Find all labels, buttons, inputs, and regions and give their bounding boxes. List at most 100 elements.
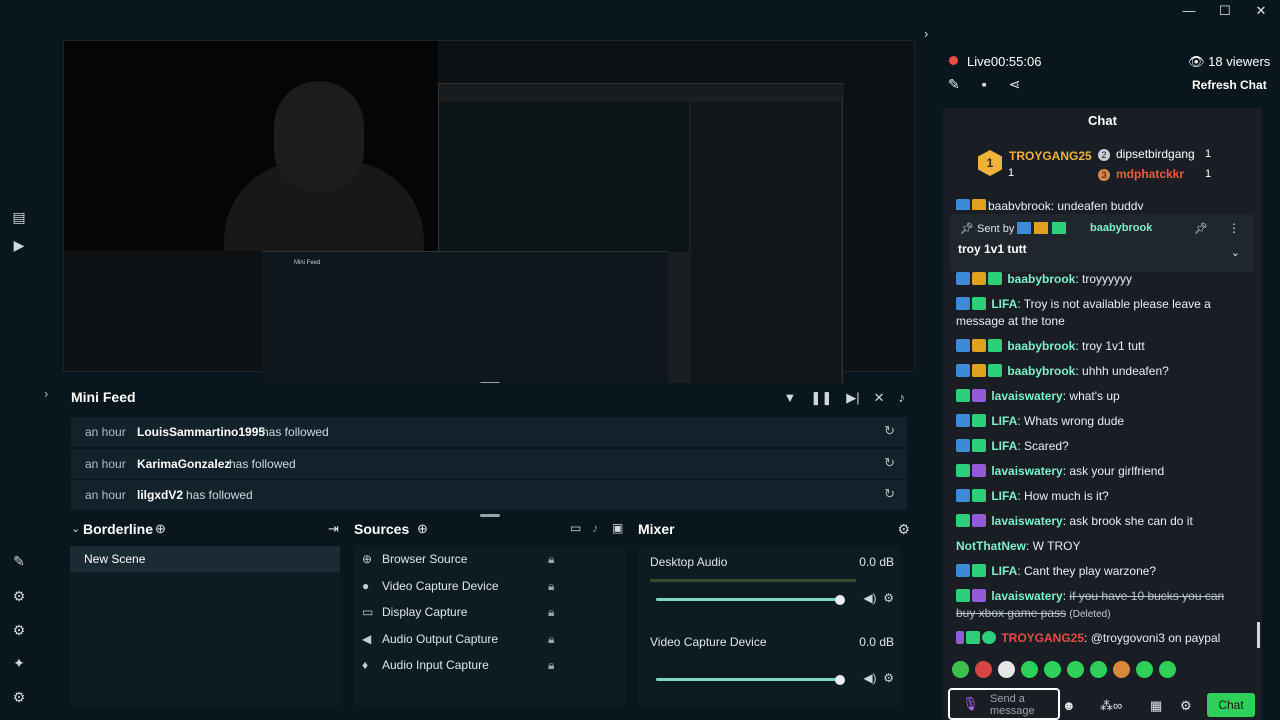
chat-user[interactable]: NotThatNew bbox=[956, 539, 1026, 553]
replay-icon[interactable]: ↻ bbox=[884, 455, 895, 471]
replay-icon[interactable]: ↻ bbox=[884, 486, 895, 502]
mic-icon: ♦ bbox=[362, 658, 369, 672]
mic-icon[interactable]: 🎙︎ bbox=[962, 696, 979, 712]
expand-icon[interactable]: › bbox=[44, 386, 48, 401]
chat-user[interactable]: LIFA bbox=[991, 297, 1017, 311]
leader-name[interactable]: TROYGANG25 bbox=[1009, 149, 1092, 163]
pause-icon[interactable]: ❚❚ bbox=[810, 390, 832, 406]
play-icon[interactable]: ▶ bbox=[10, 236, 28, 254]
lock-icon[interactable]: 🔒︎ bbox=[548, 552, 554, 567]
more-icon[interactable]: ⋮ bbox=[1228, 221, 1240, 235]
emote-icon[interactable] bbox=[1136, 661, 1153, 678]
chat-message: baabybrook: uhhh undeafen? bbox=[956, 363, 1246, 380]
emote-icon[interactable] bbox=[1159, 661, 1176, 678]
folder-icon[interactable]: ▭ bbox=[570, 521, 581, 535]
chat-input[interactable]: 🎙︎ Send a message bbox=[948, 688, 1060, 720]
collapse-scenes-icon[interactable]: ⌄ bbox=[71, 522, 80, 535]
filter-icon[interactable]: ▼ bbox=[784, 390, 797, 406]
unpin-icon[interactable]: 📌︎ bbox=[1194, 222, 1208, 235]
chat-user[interactable]: lavaiswatery bbox=[991, 464, 1062, 478]
emoji-icon[interactable]: ☻ bbox=[1062, 698, 1076, 713]
speaker-icon[interactable]: ◀) bbox=[863, 671, 876, 685]
source-item[interactable]: ♦ Audio Input Capture 🔒︎ bbox=[362, 658, 554, 672]
scene-item[interactable]: New Scene bbox=[70, 546, 340, 572]
chat-user[interactable]: baabybrook bbox=[1007, 339, 1075, 353]
emote-icon[interactable] bbox=[1021, 661, 1038, 678]
lock-icon[interactable]: 🔒︎ bbox=[548, 632, 554, 647]
store-icon[interactable]: ▦ bbox=[1150, 698, 1162, 714]
emote-icon[interactable] bbox=[998, 661, 1015, 678]
chat-user[interactable]: lavaiswatery bbox=[991, 589, 1062, 603]
feed-action: has followed bbox=[186, 488, 253, 502]
tools-icon[interactable]: ⚙ bbox=[10, 621, 28, 639]
scene-transition-icon[interactable]: ⇥ bbox=[328, 521, 339, 537]
gear-icon[interactable]: ⚙ bbox=[897, 521, 910, 538]
collapse-chat-icon[interactable]: › bbox=[924, 26, 928, 41]
volume-icon[interactable]: ♪ bbox=[899, 390, 906, 406]
gear-icon[interactable]: ⚙ bbox=[883, 591, 894, 605]
add-source-icon[interactable]: ⊕ bbox=[417, 521, 428, 537]
volume-slider[interactable] bbox=[656, 678, 840, 681]
chat-user[interactable]: LIFA bbox=[991, 564, 1017, 578]
close-icon[interactable]: ✕ bbox=[1254, 3, 1268, 19]
skip-icon[interactable]: ▶| bbox=[846, 390, 859, 406]
chevron-down-icon[interactable]: ⌄ bbox=[1231, 246, 1240, 259]
live-indicator bbox=[949, 56, 958, 65]
settings-icon[interactable]: ⚙ bbox=[10, 688, 28, 706]
lock-icon[interactable]: 🔒︎ bbox=[548, 658, 554, 673]
feed-user[interactable]: lilgxdV2 bbox=[137, 488, 183, 502]
chat-user[interactable]: lavaiswatery bbox=[991, 389, 1062, 403]
add-scene-icon[interactable]: ⊕ bbox=[155, 521, 166, 537]
speaker-icon[interactable]: ◀) bbox=[863, 591, 876, 605]
chat-user[interactable]: baabybrook bbox=[1007, 272, 1075, 286]
emote-icon[interactable] bbox=[952, 661, 969, 678]
dashboard-icon[interactable]: ▤ bbox=[10, 208, 28, 226]
audio-icon[interactable]: ♪ bbox=[592, 521, 598, 535]
replay-icon[interactable]: ↻ bbox=[884, 423, 895, 439]
lock-icon[interactable]: 🔒︎ bbox=[548, 579, 554, 594]
leader-name[interactable]: mdphatckkr bbox=[1116, 167, 1184, 181]
volume-slider[interactable] bbox=[656, 598, 840, 601]
volume-slider-knob[interactable] bbox=[835, 675, 845, 685]
chat-user[interactable]: lavaiswatery bbox=[991, 514, 1062, 528]
source-item[interactable]: ▭ Display Capture 🔒︎ bbox=[362, 605, 554, 619]
record-icon[interactable]: ▪ bbox=[982, 76, 987, 93]
streamlabs-app: — ☐ ✕ ▤ ▶ ✎ ⚙ ⚙ ✦ ⚙ Mini Feed › › Mini F… bbox=[0, 0, 1280, 720]
chat-user[interactable]: LIFA bbox=[991, 439, 1017, 453]
volume-slider-knob[interactable] bbox=[835, 595, 845, 605]
sparkle-icon[interactable]: ✦ bbox=[10, 654, 28, 672]
chat-scrollbar[interactable] bbox=[1257, 622, 1260, 648]
theme-icon[interactable]: ✎ bbox=[10, 552, 28, 570]
pinned-user[interactable]: baabybrook bbox=[1090, 222, 1152, 234]
emote-icon[interactable] bbox=[1067, 661, 1084, 678]
emote-icon[interactable] bbox=[1090, 661, 1107, 678]
emote-icon[interactable] bbox=[1113, 661, 1130, 678]
community-icon[interactable]: ⁂∞ bbox=[1100, 698, 1122, 714]
add-folder-icon[interactable]: ▣ bbox=[612, 521, 623, 535]
chat-user[interactable]: LIFA bbox=[991, 414, 1017, 428]
emote-icon[interactable] bbox=[1044, 661, 1061, 678]
maximize-icon[interactable]: ☐ bbox=[1218, 3, 1232, 19]
apps-icon[interactable]: ⚙ bbox=[10, 587, 28, 605]
leader-name[interactable]: dipsetbirdgang bbox=[1116, 147, 1195, 161]
pinned-message[interactable]: 📌︎ Sent by baabybrook troy 1v1 tutt 📌︎ ⋮… bbox=[950, 214, 1254, 272]
refresh-chat-button[interactable]: Refresh Chat bbox=[1192, 78, 1267, 92]
minimize-icon[interactable]: — bbox=[1182, 3, 1196, 19]
mute-alerts-icon[interactable]: ✕ bbox=[874, 390, 885, 406]
feed-user[interactable]: LouisSammartino1995 bbox=[137, 425, 265, 439]
feed-user[interactable]: KarimaGonzalez bbox=[137, 457, 230, 471]
emote-icon[interactable] bbox=[975, 661, 992, 678]
edit-stream-icon[interactable]: ✎ bbox=[948, 76, 960, 93]
chat-settings-icon[interactable]: ⚙ bbox=[1180, 698, 1192, 714]
chat-user[interactable]: LIFA bbox=[991, 489, 1017, 503]
send-chat-button[interactable]: Chat bbox=[1207, 693, 1255, 717]
scene-collection-title[interactable]: Borderline bbox=[83, 521, 153, 537]
gear-icon[interactable]: ⚙ bbox=[883, 671, 894, 685]
source-item[interactable]: ⊕ Browser Source 🔒︎ bbox=[362, 552, 554, 566]
chat-user[interactable]: baabybrook bbox=[1007, 364, 1075, 378]
share-icon[interactable]: ⋖ bbox=[1009, 76, 1021, 93]
source-item[interactable]: ◀ Audio Output Capture 🔒︎ bbox=[362, 632, 554, 646]
source-item[interactable]: ● Video Capture Device 🔒︎ bbox=[362, 579, 554, 593]
chat-user[interactable]: TROYGANG25 bbox=[1001, 631, 1084, 645]
lock-icon[interactable]: 🔒︎ bbox=[548, 605, 554, 620]
